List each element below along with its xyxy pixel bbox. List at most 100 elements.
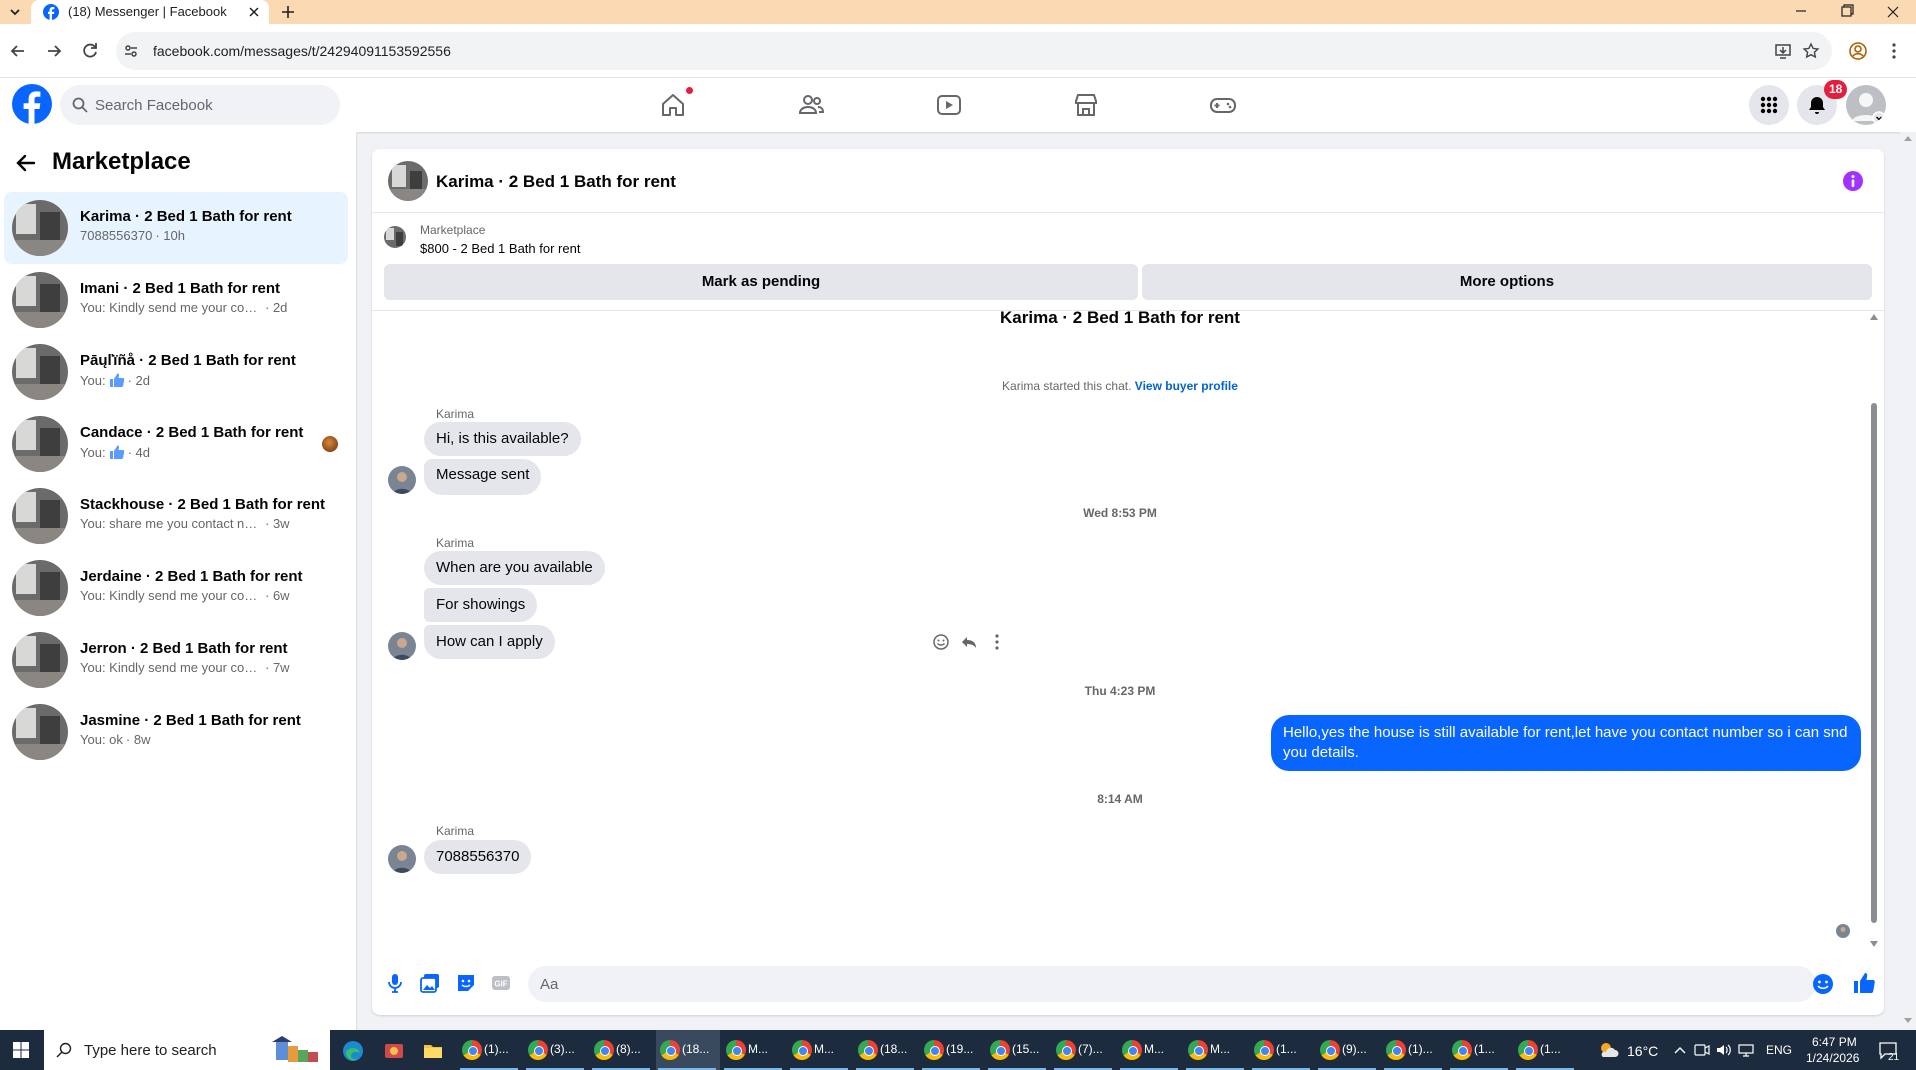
site-settings-icon[interactable] [122,42,140,60]
browser-tab-active[interactable]: (18) Messenger | Facebook [31,0,269,24]
outgoing-message[interactable]: Hello,yes the house is still available f… [1271,715,1861,771]
taskbar-chrome-window[interactable]: (8)... [590,1030,654,1070]
message-input[interactable] [528,966,1816,1002]
taskbar-chrome-window[interactable]: M... [1118,1030,1182,1070]
nav-home[interactable] [617,78,729,132]
scroll-up-arrow-icon[interactable] [1904,136,1912,141]
conversation-item[interactable]: Jerdaine · 2 Bed 1 Bath for rent You: Kin… [4,552,348,624]
scroll-down-arrow-icon[interactable] [1904,1018,1912,1023]
back-arrow-icon[interactable] [14,151,38,175]
bookmark-star-icon[interactable] [1802,42,1820,60]
microphone-icon[interactable] [384,972,406,994]
scroll-down-arrow-icon[interactable] [1870,941,1878,947]
taskbar-chrome-window[interactable]: (7)... [1052,1030,1116,1070]
tab-search-chevron-icon[interactable] [6,3,24,21]
facebook-logo-icon[interactable] [12,84,52,124]
page-scrollbar[interactable] [1900,132,1916,1030]
contact-avatar[interactable] [388,161,428,201]
scroll-up-arrow-icon[interactable] [1870,314,1878,320]
photo-icon[interactable] [419,972,441,994]
facebook-search[interactable] [60,85,340,125]
taskbar-chrome-window[interactable]: (1)... [458,1030,522,1070]
scrollbar-thumb[interactable] [1871,403,1877,923]
incoming-message[interactable]: When are you available [424,551,605,585]
install-app-icon[interactable] [1774,42,1792,60]
emoji-icon[interactable] [1812,973,1834,995]
listing-thumbnail[interactable] [384,226,406,248]
language-indicator[interactable]: ENG [1766,1043,1792,1057]
conversation-item[interactable]: Karima · 2 Bed 1 Bath for rent 7088556370… [4,192,348,264]
taskbar-chrome-window[interactable]: (1... [1514,1030,1578,1070]
volume-icon[interactable] [1716,1043,1732,1057]
restore-window-icon[interactable] [1824,0,1870,24]
taskbar-chrome-window[interactable]: (18... [854,1030,918,1070]
weather-icon[interactable] [1597,1039,1619,1061]
react-emoji-icon[interactable] [932,633,950,651]
profile-icon[interactable] [1848,41,1868,61]
search-input[interactable] [95,85,330,125]
minimize-window-icon[interactable] [1778,0,1824,24]
incoming-message[interactable]: How can I apply [424,625,555,659]
incoming-message[interactable]: Message sent [424,459,542,495]
nav-marketplace[interactable] [1030,78,1142,132]
taskbar-chrome-window[interactable]: (3)... [524,1030,588,1070]
more-options-button[interactable]: More options [1142,264,1872,300]
conversation-item[interactable]: Jerron · 2 Bed 1 Bath for rent You: Kindl… [4,624,348,696]
close-window-icon[interactable] [1870,0,1916,24]
network-icon[interactable] [1738,1043,1754,1057]
incoming-message[interactable]: Hi, is this available? [424,422,581,456]
thumbs-up-icon[interactable] [1852,971,1876,995]
incoming-message[interactable]: For showings [424,588,538,622]
taskbar-chrome-window[interactable]: (18... [656,1030,720,1070]
show-hidden-icons-chevron-icon[interactable] [1672,1043,1688,1057]
menu-button[interactable] [1749,85,1789,125]
account-avatar[interactable] [1846,85,1886,125]
conversation-item[interactable]: Candace · 2 Bed 1 Bath for rent You: · 4d [4,408,348,480]
conversation-item[interactable]: Stackhouse · 2 Bed 1 Bath for rent You: s… [4,480,348,552]
taskbar-chrome-window[interactable]: (19... [920,1030,984,1070]
weather-temp[interactable]: 16°C [1627,1043,1658,1059]
reply-icon[interactable] [960,633,978,651]
gif-icon[interactable]: GIF [490,972,512,994]
nav-video[interactable] [893,78,1005,132]
taskbar-chrome-window[interactable]: (15... [986,1030,1050,1070]
nav-friends[interactable] [755,78,867,132]
clock-date[interactable]: 1/24/2026 [1806,1051,1859,1065]
taskbar-edge[interactable] [342,1030,366,1070]
forward-arrow-icon[interactable] [44,41,64,61]
taskbar-chrome-window[interactable]: (1... [1250,1030,1314,1070]
taskbar-chrome-window[interactable]: (9)... [1316,1030,1380,1070]
taskbar-chrome-window[interactable]: (1... [1448,1030,1512,1070]
thread-scrollbar[interactable] [1868,311,1880,951]
address-bar[interactable]: facebook.com/messages/t/2429409115359255… [116,32,1832,70]
sender-avatar[interactable] [388,466,416,494]
close-tab-icon[interactable] [247,5,261,19]
chat-title[interactable]: Karima · 2 Bed 1 Bath for rent [436,172,676,192]
incoming-message[interactable]: 7088556370 [424,840,532,874]
new-tab-icon[interactable] [279,3,297,21]
back-arrow-icon[interactable] [8,41,28,61]
view-buyer-profile-link[interactable]: View buyer profile [1135,379,1238,393]
taskbar-app[interactable] [383,1030,407,1070]
taskbar-search[interactable]: Type here to search [44,1030,330,1070]
sender-avatar[interactable] [388,845,416,873]
mark-as-pending-button[interactable]: Mark as pending [384,264,1138,300]
sticker-icon[interactable] [455,972,477,994]
listing-title[interactable]: $800 - 2 Bed 1 Bath for rent [420,241,580,256]
more-actions-icon[interactable] [988,633,1006,651]
reload-icon[interactable] [80,41,100,61]
meet-now-icon[interactable] [1694,1043,1710,1057]
taskbar-chrome-window[interactable]: M... [788,1030,852,1070]
nav-gaming[interactable] [1167,78,1279,132]
taskbar-chrome-window[interactable]: M... [1184,1030,1248,1070]
taskbar-file-explorer[interactable] [422,1030,446,1070]
taskbar-chrome-window[interactable]: (1)... [1382,1030,1446,1070]
taskbar-chrome-window[interactable]: M... [722,1030,786,1070]
info-icon[interactable] [1842,170,1864,192]
sender-avatar[interactable] [388,632,416,660]
windows-start-icon[interactable] [0,1030,42,1070]
conversation-item[interactable]: Pāųľïñå · 2 Bed 1 Bath for rent You: · 2d [4,336,348,408]
clock-time[interactable]: 6:47 PM [1812,1035,1857,1049]
browser-menu-icon[interactable] [1884,41,1904,61]
conversation-item[interactable]: Imani · 2 Bed 1 Bath for rent You: Kindly… [4,264,348,336]
